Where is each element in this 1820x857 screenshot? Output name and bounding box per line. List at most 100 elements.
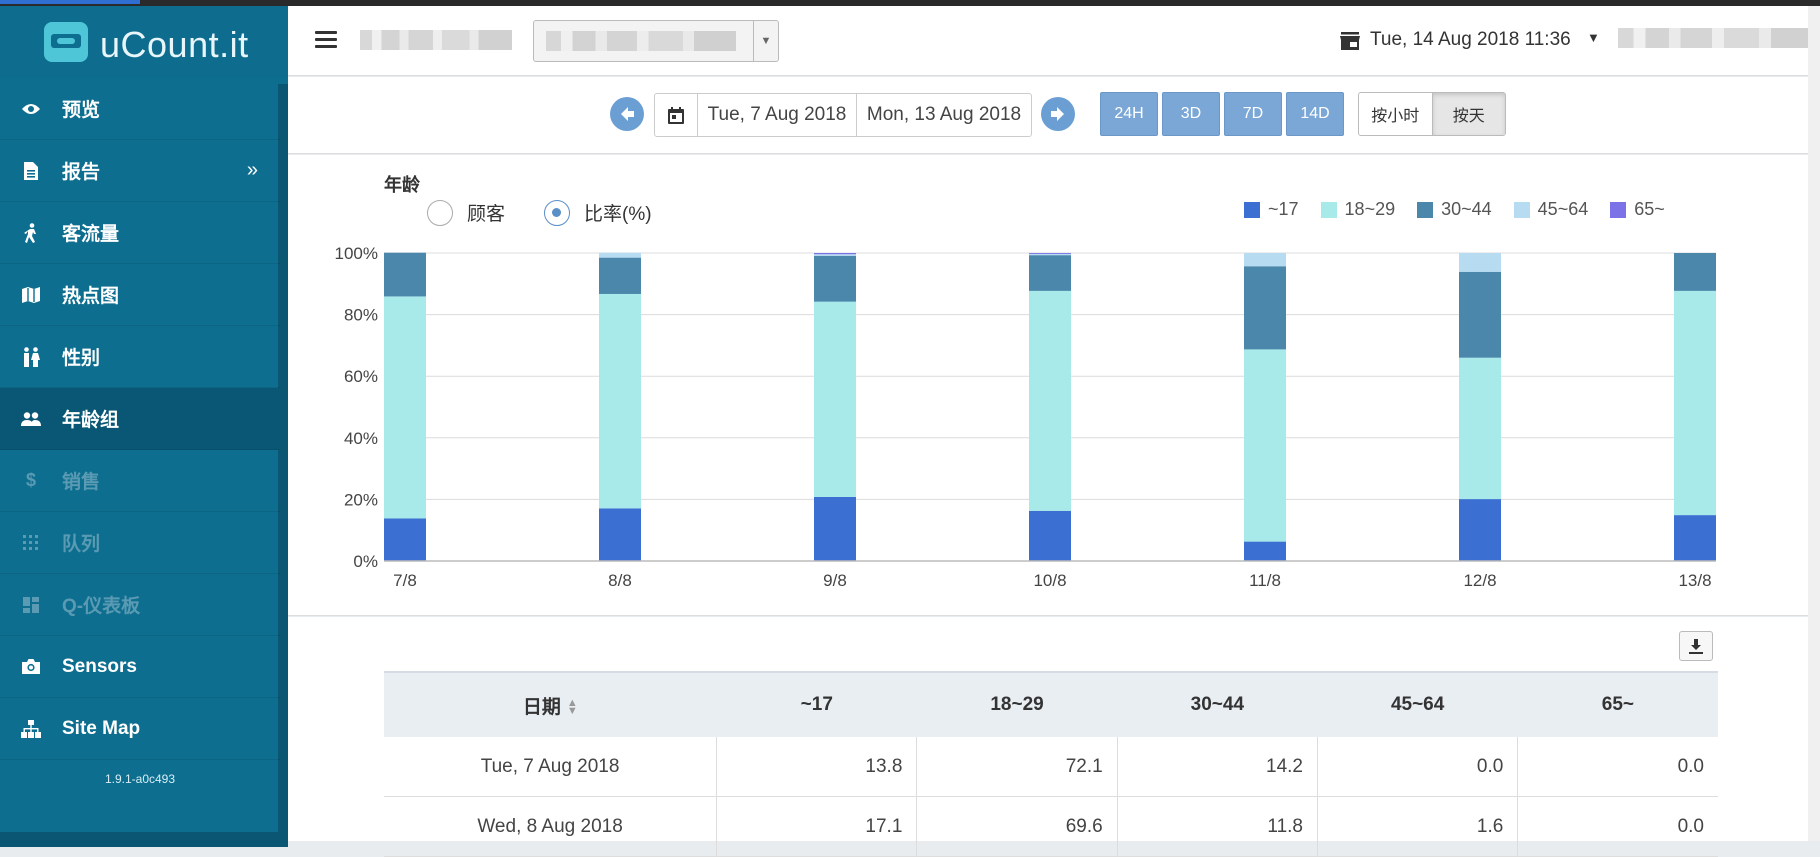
legend-item[interactable]: 65~ xyxy=(1610,199,1665,220)
bar-segment[interactable] xyxy=(1674,253,1716,291)
bar-segment[interactable] xyxy=(1244,266,1286,350)
radio-ratio[interactable]: 比率(%) xyxy=(544,199,652,226)
legend-item[interactable]: 45~64 xyxy=(1513,199,1588,220)
radio-circle-visitors[interactable] xyxy=(427,199,453,226)
bar-segment[interactable] xyxy=(1029,290,1071,511)
redacted-company-name xyxy=(360,30,512,50)
legend-item[interactable]: ~17 xyxy=(1244,199,1299,220)
x-tick-label: 13/8 xyxy=(1678,571,1711,590)
radio-circle-ratio[interactable] xyxy=(544,199,570,226)
date-range-picker[interactable]: Tue, 7 Aug 2018 Mon, 13 Aug 2018 xyxy=(654,93,1032,137)
x-tick-label: 11/8 xyxy=(1249,571,1281,590)
table-cell: 0.0 xyxy=(1517,737,1718,797)
dashboard-icon xyxy=(20,594,42,616)
document-icon xyxy=(20,160,42,182)
table-cell: 72.1 xyxy=(916,737,1118,797)
sidebar-item-overview[interactable]: 预览 xyxy=(0,78,280,140)
menu-toggle-icon[interactable] xyxy=(315,31,337,49)
table-cell: 1.6 xyxy=(1316,796,1518,857)
x-tick-label: 7/8 xyxy=(393,571,417,590)
app-name: uCount.it xyxy=(100,24,249,65)
bar-segment[interactable] xyxy=(1029,253,1071,254)
bar-segment[interactable] xyxy=(814,496,856,561)
bar-segment[interactable] xyxy=(599,252,641,258)
bar-segment[interactable] xyxy=(1674,515,1716,561)
calendar-icon[interactable] xyxy=(655,94,698,136)
bar-segment[interactable] xyxy=(384,252,426,297)
walking-icon xyxy=(20,222,42,244)
sidebar-item-label: 销售 xyxy=(62,472,101,493)
bar-segment[interactable] xyxy=(814,253,856,255)
sidebar-item-label: Site Map xyxy=(62,717,141,739)
sidebar-item-age-group[interactable]: 年龄组 xyxy=(0,388,280,450)
next-period-button[interactable] xyxy=(1041,97,1075,131)
sidebar-item-heatmap[interactable]: 热点图 xyxy=(0,264,280,326)
sidebar-item-traffic[interactable]: 客流量 xyxy=(0,202,280,264)
table-row: Wed, 8 Aug 2018 17.1 69.6 11.8 1.6 0.0 xyxy=(384,796,1718,857)
bar-segment[interactable] xyxy=(1459,271,1501,358)
range-14d-button[interactable]: 14D xyxy=(1286,92,1344,136)
sidebar-item-gender[interactable]: 性别 xyxy=(0,326,280,388)
download-button[interactable] xyxy=(1679,631,1713,661)
sidebar-item-sensors[interactable]: Sensors xyxy=(0,636,280,698)
bar-segment[interactable] xyxy=(814,254,856,256)
range-24h-button[interactable]: 24H xyxy=(1100,92,1158,136)
legend-label: 18~29 xyxy=(1344,199,1396,219)
x-tick-label: 12/8 xyxy=(1463,571,1496,590)
arrow-right-icon xyxy=(1051,107,1064,121)
column-header: 30~44 xyxy=(1117,671,1318,737)
bar-segment[interactable] xyxy=(1244,541,1286,561)
bar-segment[interactable] xyxy=(1459,357,1501,500)
bar-segment[interactable] xyxy=(599,508,641,561)
prev-period-button[interactable] xyxy=(610,97,644,131)
y-tick-label: 80% xyxy=(344,306,378,325)
table-header-row: 日期 ▲ ▼ ~17 18~29 30~44 45~64 65~ xyxy=(384,671,1718,737)
chart-legend: ~17 18~29 30~44 45~64 65~ xyxy=(1244,199,1665,220)
bar-segment[interactable] xyxy=(1459,499,1501,561)
sidebar-item-queue: 队列 xyxy=(0,512,280,574)
start-date-input[interactable]: Tue, 7 Aug 2018 xyxy=(698,94,857,136)
column-header-date[interactable]: 日期 ▲ ▼ xyxy=(384,671,717,737)
sidebar-item-site-map[interactable]: Site Map xyxy=(0,698,280,760)
gender-icon xyxy=(20,346,42,368)
bar-segment[interactable] xyxy=(599,257,641,294)
bar-segment[interactable] xyxy=(1029,510,1071,561)
x-tick-label: 8/8 xyxy=(608,571,632,590)
sidebar-item-label: 客流量 xyxy=(62,224,120,245)
legend-swatch xyxy=(1244,201,1260,218)
radio-visitors[interactable]: 顾客 xyxy=(427,199,505,226)
range-3d-button[interactable]: 3D xyxy=(1162,92,1220,136)
bar-segment[interactable] xyxy=(814,301,856,497)
bar-segment[interactable] xyxy=(814,255,856,302)
sidebar-item-reports[interactable]: 报告 » xyxy=(0,140,280,202)
bar-segment[interactable] xyxy=(1244,253,1286,267)
range-7d-button[interactable]: 7D xyxy=(1224,92,1282,136)
end-date-input[interactable]: Mon, 13 Aug 2018 xyxy=(857,94,1031,136)
legend-item[interactable]: 30~44 xyxy=(1417,199,1492,220)
sort-icon[interactable]: ▲ ▼ xyxy=(567,698,578,717)
age-data-table: 日期 ▲ ▼ ~17 18~29 30~44 45~64 65~ Tue, 7 Au… xyxy=(384,671,1718,857)
sidebar-item-label: 报告 xyxy=(62,162,101,183)
page-scrollbar[interactable] xyxy=(1808,6,1820,841)
eye-icon xyxy=(20,98,42,120)
table-cell: 0.0 xyxy=(1517,796,1718,857)
bar-segment[interactable] xyxy=(384,296,426,519)
bar-segment[interactable] xyxy=(1459,253,1501,272)
bar-segment[interactable] xyxy=(1029,255,1071,291)
legend-item[interactable]: 18~29 xyxy=(1320,199,1396,220)
store-select[interactable]: ▼ xyxy=(533,20,779,62)
app-logo[interactable]: uCount.it xyxy=(0,6,288,78)
table-cell-date: Wed, 8 Aug 2018 xyxy=(384,796,717,857)
column-header: ~17 xyxy=(716,671,917,737)
redacted-user-menu[interactable] xyxy=(1618,28,1814,48)
by-hour-button[interactable]: 按小时 xyxy=(1359,93,1432,135)
by-day-button[interactable]: 按天 xyxy=(1431,93,1505,135)
bar-segment[interactable] xyxy=(1674,290,1716,516)
bar-segment[interactable] xyxy=(1029,253,1071,256)
bar-segment[interactable] xyxy=(599,293,641,509)
bar-segment[interactable] xyxy=(1244,349,1286,542)
datetime-dropdown-icon[interactable]: ▼ xyxy=(1587,30,1600,45)
users-icon xyxy=(20,408,42,430)
bar-segment[interactable] xyxy=(384,518,426,561)
y-tick-label: 100% xyxy=(335,244,378,263)
